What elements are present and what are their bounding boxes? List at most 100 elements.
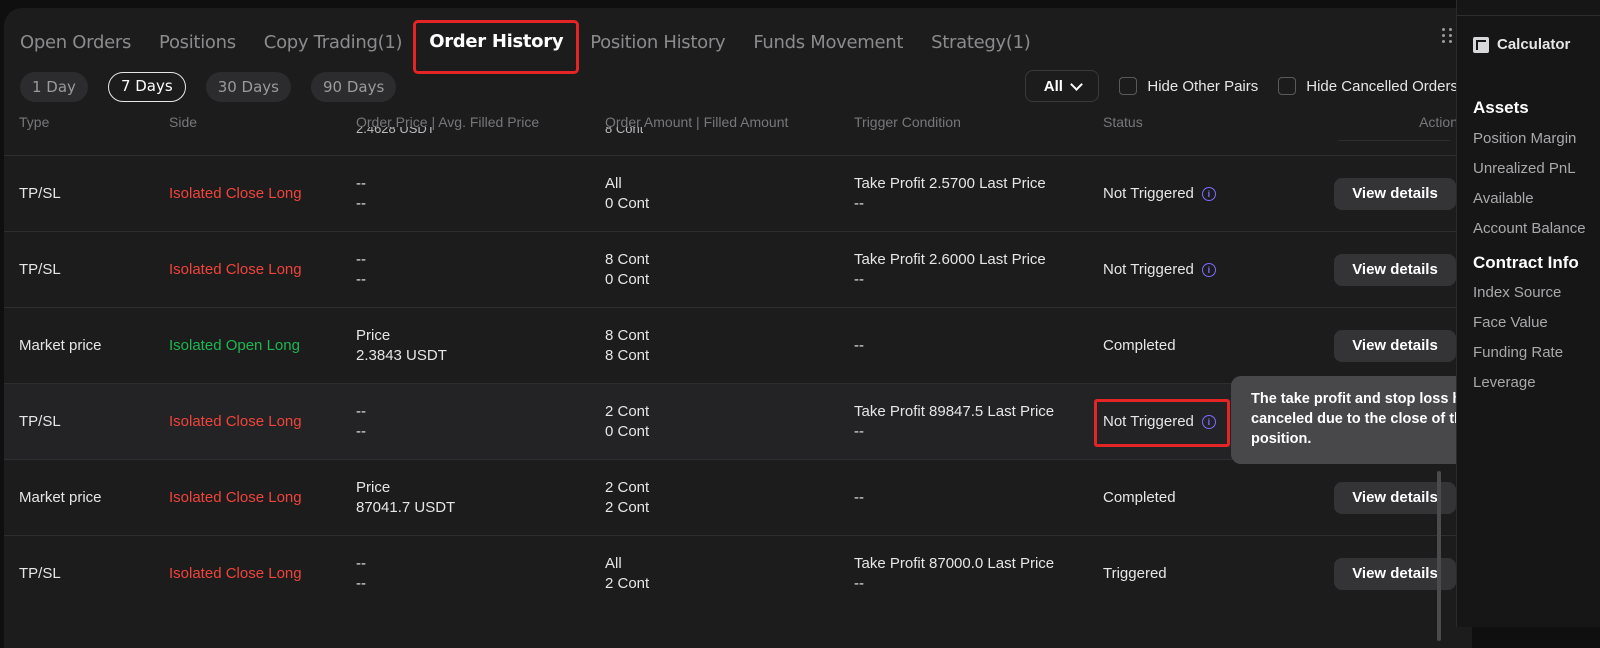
table-header: Type Side Order Price | Avg. Filled Pric… (4, 114, 1472, 141)
checkbox-box[interactable] (1278, 77, 1297, 95)
filled-amount: 0 Cont (605, 195, 650, 212)
order-amount: 8 Cont (605, 251, 650, 268)
view-details-button[interactable]: View details (1334, 178, 1456, 210)
trigger-condition: Take Profit 2.6000 Last Price (854, 251, 1046, 268)
period-30-days[interactable]: 30 Days (205, 72, 291, 102)
trigger-secondary: -- (854, 271, 864, 288)
tab-strategy[interactable]: Strategy(1) (931, 25, 1031, 61)
filled-price: 2.3843 USDT (356, 347, 447, 364)
order-amount: 2 Cont (605, 403, 650, 420)
filled-amount: 0 Cont (605, 271, 650, 288)
view-details-button[interactable]: View details (1334, 254, 1456, 286)
contract-item: Funding Rate (1473, 344, 1564, 361)
divider (1338, 140, 1450, 141)
filled-price: -- (356, 195, 366, 212)
order-type: TP/SL (19, 261, 61, 278)
col-trigger: Trigger Condition (854, 114, 961, 130)
order-status: Completed (1103, 489, 1176, 506)
trigger-condition: -- (854, 337, 864, 354)
hide-cancelled-checkbox[interactable]: Hide Cancelled Orders (1278, 77, 1458, 95)
trigger-condition: Take Profit 87000.0 Last Price (854, 555, 1055, 572)
order-price: -- (356, 555, 366, 572)
tab-positions[interactable]: Positions (159, 25, 236, 61)
contract-item: Index Source (1473, 284, 1562, 301)
hide-other-pairs-label: Hide Other Pairs (1147, 77, 1259, 95)
filled-amount: 8 Cont (605, 347, 650, 364)
order-type: Market price (19, 337, 102, 354)
order-price: Price (356, 327, 391, 344)
col-side: Side (169, 114, 198, 130)
order-side: Isolated Close Long (169, 489, 302, 506)
order-type: TP/SL (19, 565, 61, 582)
order-price: -- (356, 175, 366, 192)
contract-item: Face Value (1473, 314, 1548, 331)
period-7-days[interactable]: 7 Days (107, 72, 186, 102)
checkbox-box[interactable] (1119, 77, 1138, 95)
tab-funds-movement[interactable]: Funds Movement (753, 25, 903, 61)
tab-copy-trading[interactable]: Copy Trading(1) (264, 25, 403, 61)
order-price: -- (356, 251, 366, 268)
col-status: Status (1103, 114, 1143, 130)
asset-item: Available (1473, 190, 1534, 207)
trigger-secondary: -- (854, 423, 864, 440)
order-type: TP/SL (19, 413, 61, 430)
col-type: Type (19, 114, 50, 130)
table-row[interactable]: TP/SL Isolated Close Long -- -- 8 Cont 0 Cont… (4, 231, 1472, 308)
table-row[interactable]: TP/SL Isolated Close Long -- -- All 0 Cont Tak… (4, 155, 1472, 232)
filled-amount: 2 Cont (605, 499, 650, 516)
trigger-secondary: -- (854, 195, 864, 212)
contract-heading: Contract Info (1473, 253, 1579, 272)
period-filter: 1 Day 7 Days 30 Days 90 Days (20, 72, 416, 102)
order-side: Isolated Close Long (169, 185, 302, 202)
hide-other-pairs-checkbox[interactable]: Hide Other Pairs (1119, 77, 1258, 95)
trigger-condition: -- (854, 489, 864, 506)
order-panel: Open Orders Positions Copy Trading(1) Or… (4, 8, 1472, 648)
view-details-button[interactable]: View details (1334, 330, 1456, 362)
asset-item: Account Balance (1473, 220, 1586, 237)
pair-select[interactable]: All (1025, 70, 1100, 102)
contract-item: Leverage (1473, 374, 1536, 391)
table-row[interactable]: Market price Isolated Open Long Price 2.384… (4, 307, 1472, 384)
order-side: Isolated Open Long (169, 337, 300, 354)
scrollbar[interactable] (1437, 471, 1441, 641)
filled-amount: 0 Cont (605, 423, 650, 440)
order-price: Price (356, 479, 391, 496)
trigger-secondary: -- (854, 575, 864, 592)
order-side: Isolated Close Long (169, 261, 302, 278)
order-side: Isolated Close Long (169, 565, 302, 582)
order-status: Completed (1103, 337, 1176, 354)
filled-price: -- (356, 271, 366, 288)
divider (1457, 15, 1600, 16)
col-action: Action (1419, 114, 1458, 130)
asset-item: Position Margin (1473, 130, 1577, 147)
order-price: -- (356, 403, 366, 420)
filled-price: 87041.7 USDT (356, 499, 456, 516)
order-status: Not Triggered (1103, 261, 1194, 278)
table-row[interactable]: TP/SL Isolated Close Long -- -- All 2 Cont Tak… (4, 535, 1472, 612)
trigger-condition: Take Profit 89847.5 Last Price (854, 403, 1055, 420)
trigger-condition: Take Profit 2.5700 Last Price (854, 175, 1046, 192)
calculator-icon (1473, 36, 1489, 53)
tab-order-history[interactable]: Order History (413, 20, 580, 74)
info-icon[interactable]: i (1201, 187, 1216, 201)
chevron-down-icon (1070, 77, 1083, 91)
filled-price: -- (356, 575, 366, 592)
table-row[interactable]: Market price Isolated Close Long Price 8704… (4, 459, 1472, 536)
order-amount: All (605, 555, 622, 572)
period-1-day[interactable]: 1 Day (20, 72, 88, 102)
tab-open-orders[interactable]: Open Orders (20, 25, 131, 61)
assets-heading: Assets (1473, 98, 1529, 117)
info-icon[interactable]: i (1201, 263, 1216, 277)
calculator-button[interactable]: Calculator (1473, 36, 1570, 53)
hide-cancelled-label: Hide Cancelled Orders (1306, 77, 1458, 95)
filled-price: -- (356, 423, 366, 440)
order-amount: 2 Cont (605, 479, 650, 496)
tab-bar: Open Orders Positions Copy Trading(1) Or… (20, 20, 1059, 74)
order-status: Triggered (1103, 565, 1167, 582)
order-amount: 8 Cont (605, 327, 650, 344)
period-90-days[interactable]: 90 Days (310, 72, 397, 102)
order-type: Market price (19, 489, 102, 506)
order-side: Isolated Close Long (169, 413, 302, 430)
more-options-icon[interactable] (1442, 28, 1454, 44)
tab-position-history[interactable]: Position History (590, 25, 725, 61)
